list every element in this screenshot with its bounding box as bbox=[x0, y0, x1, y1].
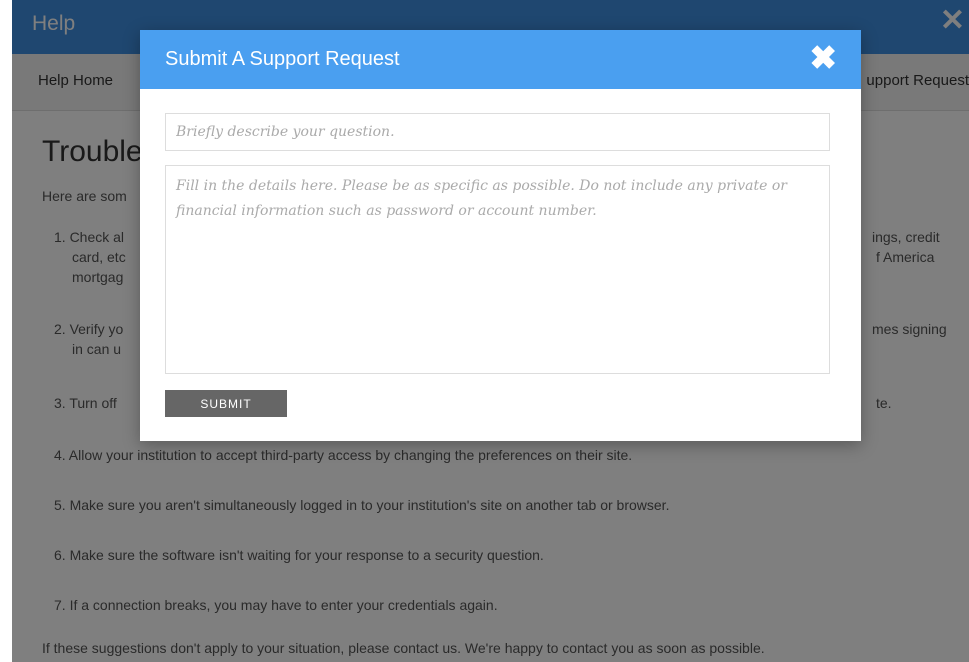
question-details-textarea[interactable] bbox=[165, 165, 830, 374]
modal-header: Submit A Support Request ✖ bbox=[140, 30, 861, 89]
question-subject-input[interactable] bbox=[165, 113, 830, 151]
support-request-modal: Submit A Support Request ✖ SUBMIT bbox=[140, 30, 861, 441]
submit-button[interactable]: SUBMIT bbox=[165, 390, 287, 417]
modal-title: Submit A Support Request bbox=[165, 48, 400, 70]
close-icon[interactable]: ✖ bbox=[809, 41, 837, 74]
